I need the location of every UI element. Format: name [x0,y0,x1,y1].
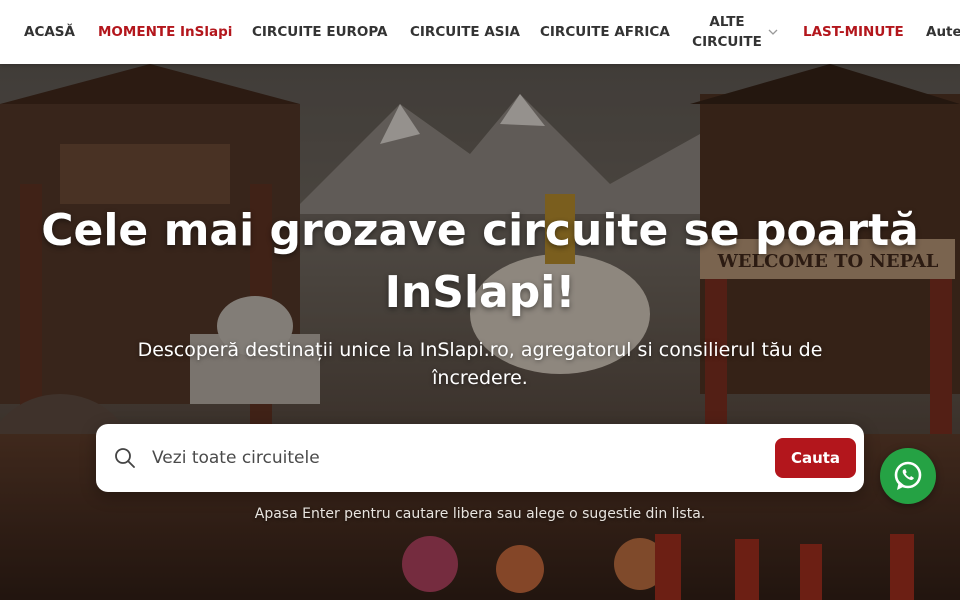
chevron-down-icon[interactable] [767,26,779,38]
nav-item-circuite-europa[interactable]: CIRCUITE EUROPA [252,0,388,64]
search-bar: Cauta [96,424,864,492]
nav-item-acasa[interactable]: ACASĂ [24,0,75,64]
search-icon [115,448,135,468]
nav-item-alte-circuite[interactable]: ALTE CIRCUITE [692,0,762,64]
search-hint: Apasa Enter pentru cautare libera sau al… [254,506,706,522]
nav-item-alte-line2: CIRCUITE [692,34,762,50]
whatsapp-icon [894,461,922,490]
nav-item-circuite-africa[interactable]: CIRCUITE AFRICA [540,0,670,64]
search-button[interactable]: Cauta [775,438,856,478]
hero-section: WELCOME TO NEPAL Cele mai grozave circui… [0,64,960,600]
hero-title: Cele mai grozave circuite se poartă InSl… [20,200,940,324]
search-input[interactable] [152,438,752,478]
nav-item-alte-line1: ALTE [709,14,745,30]
nav-item-momente-inslapi[interactable]: MOMENTE InSlapi [98,0,232,64]
hero-title-line1: Cele mai grozave circuite se poartă [41,205,919,256]
whatsapp-button[interactable] [880,448,936,504]
top-navigation: ACASĂ MOMENTE InSlapi CIRCUITE EUROPA CI… [0,0,960,64]
nav-item-last-minute[interactable]: LAST-MINUTE [803,0,904,64]
hero-title-line2: InSlapi! [384,267,576,318]
hero-subtitle: Descoperă destinații unice la InSlapi.ro… [137,339,823,389]
nav-item-autentificare[interactable]: Aute [926,0,960,64]
nav-item-circuite-asia[interactable]: CIRCUITE ASIA [410,0,520,64]
